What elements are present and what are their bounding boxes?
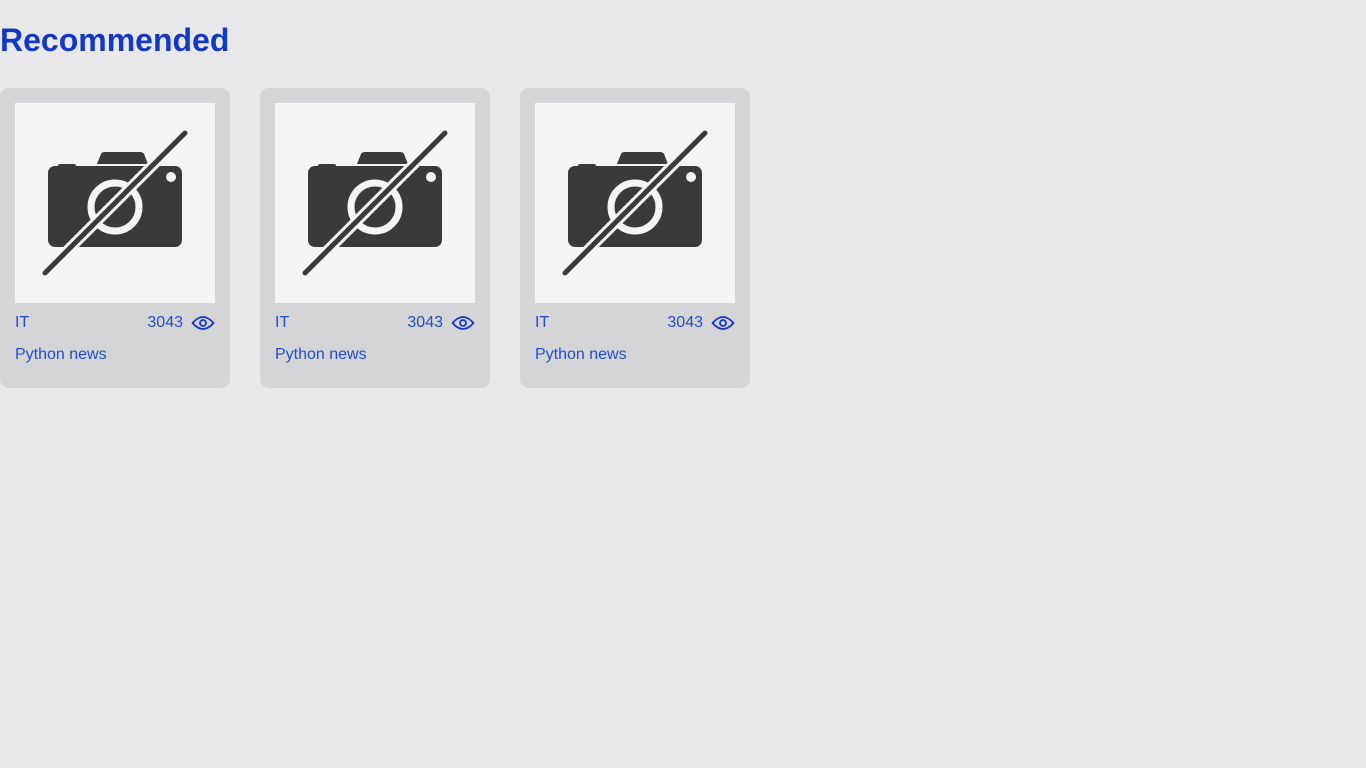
card-category[interactable]: IT xyxy=(275,314,289,332)
no-photo-icon xyxy=(560,128,710,278)
card-image[interactable] xyxy=(15,103,215,303)
card-title[interactable]: Python news xyxy=(275,344,475,366)
card-meta: IT 3043 xyxy=(535,312,735,334)
eye-icon xyxy=(451,316,475,330)
recommended-list: IT 3043 Python news IT 3043 Python news … xyxy=(0,88,750,388)
eye-icon xyxy=(711,316,735,330)
news-card[interactable]: IT 3043 Python news xyxy=(0,88,230,388)
card-image[interactable] xyxy=(275,103,475,303)
card-title[interactable]: Python news xyxy=(15,344,215,366)
card-meta: IT 3043 xyxy=(15,312,215,334)
view-count-value: 3043 xyxy=(147,314,183,331)
view-count-value: 3043 xyxy=(667,314,703,331)
no-photo-icon xyxy=(40,128,190,278)
view-count: 3043 xyxy=(147,314,215,332)
no-photo-icon xyxy=(300,128,450,278)
card-category[interactable]: IT xyxy=(535,314,549,332)
card-meta: IT 3043 xyxy=(275,312,475,334)
eye-icon xyxy=(191,316,215,330)
page-title: Recommended xyxy=(0,22,230,58)
card-title[interactable]: Python news xyxy=(535,344,735,366)
view-count: 3043 xyxy=(407,314,475,332)
view-count: 3043 xyxy=(667,314,735,332)
news-card[interactable]: IT 3043 Python news xyxy=(260,88,490,388)
news-card[interactable]: IT 3043 Python news xyxy=(520,88,750,388)
view-count-value: 3043 xyxy=(407,314,443,331)
card-category[interactable]: IT xyxy=(15,314,29,332)
card-image[interactable] xyxy=(535,103,735,303)
